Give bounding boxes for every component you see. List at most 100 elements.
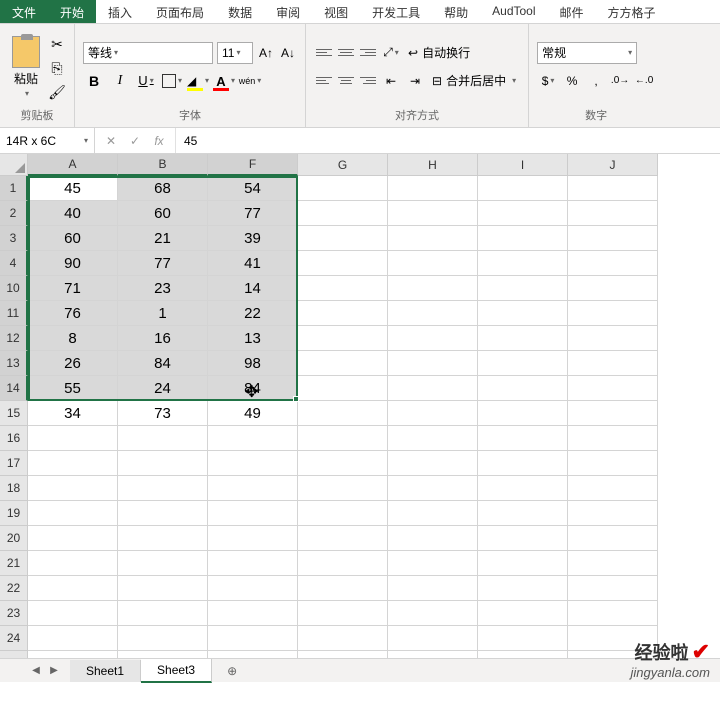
increase-indent-button[interactable]: ⇥ [404,70,426,92]
cell[interactable] [568,276,658,301]
select-all-corner[interactable] [0,154,28,176]
cell[interactable]: 77 [208,201,298,226]
cell[interactable] [298,476,388,501]
number-format-select[interactable]: 常规 ▾ [537,42,637,64]
cell[interactable]: 77 [118,251,208,276]
cell[interactable]: 73 [118,401,208,426]
tab-page-layout[interactable]: 页面布局 [144,0,216,23]
cell[interactable] [298,226,388,251]
cell[interactable]: 13 [208,326,298,351]
cell[interactable] [388,451,478,476]
cell[interactable]: 41 [208,251,298,276]
cell[interactable] [478,426,568,451]
cell[interactable] [298,326,388,351]
border-button[interactable]: ▾ [161,70,183,92]
tab-insert[interactable]: 插入 [96,0,144,23]
row-header[interactable]: 14 [0,376,28,401]
fill-color-button[interactable]: ◢▾ [187,70,209,92]
cell[interactable] [388,626,478,651]
cell[interactable] [478,601,568,626]
tab-audtool[interactable]: AudTool [480,0,547,23]
cell[interactable]: 45 [28,176,118,201]
sheet-nav-next[interactable]: ▶ [46,663,62,679]
add-sheet-button[interactable]: ⊕ [220,659,244,683]
cell[interactable] [478,376,568,401]
cell[interactable] [118,626,208,651]
cell[interactable] [388,501,478,526]
comma-button[interactable]: , [585,70,607,92]
percent-button[interactable]: % [561,70,583,92]
cell[interactable] [388,251,478,276]
wrap-text-button[interactable]: ↩自动换行 [404,42,474,63]
cell[interactable]: 60 [118,201,208,226]
cell[interactable] [478,476,568,501]
format-painter-icon[interactable]: 🖌 [48,84,66,102]
cell[interactable] [388,376,478,401]
align-bottom-button[interactable] [358,44,378,62]
decrease-font-icon[interactable]: A↓ [279,44,297,62]
cell[interactable] [478,326,568,351]
column-header[interactable]: I [478,154,568,176]
row-header[interactable]: 1 [0,176,28,201]
row-header[interactable]: 17 [0,451,28,476]
row-header[interactable]: 24 [0,626,28,651]
cell[interactable]: 49 [208,401,298,426]
cell[interactable] [388,426,478,451]
tab-ffgz[interactable]: 方方格子 [596,0,668,23]
row-header[interactable]: 15 [0,401,28,426]
row-header[interactable]: 12 [0,326,28,351]
paste-button[interactable]: 粘贴 ▾ [8,32,44,102]
cell[interactable] [388,351,478,376]
align-top-button[interactable] [314,44,334,62]
cell[interactable] [568,176,658,201]
cell[interactable] [298,551,388,576]
merge-center-button[interactable]: ⊟合并后居中▾ [428,70,520,91]
align-center-button[interactable] [336,72,356,90]
cell[interactable]: 84 [118,351,208,376]
row-header[interactable]: 20 [0,526,28,551]
cell[interactable]: 98 [208,351,298,376]
formula-input[interactable]: 45 [176,128,720,153]
cell[interactable] [568,251,658,276]
column-header[interactable]: B [118,154,208,176]
row-header[interactable]: 2 [0,201,28,226]
cell[interactable] [478,201,568,226]
cell[interactable] [388,476,478,501]
cell[interactable] [478,301,568,326]
cell[interactable] [568,301,658,326]
cell[interactable]: 76 [28,301,118,326]
cell[interactable] [118,426,208,451]
cell[interactable]: 55 [28,376,118,401]
cell[interactable]: 90 [28,251,118,276]
cell[interactable] [478,226,568,251]
cell[interactable] [568,376,658,401]
cell[interactable] [298,351,388,376]
cell[interactable] [478,551,568,576]
cell[interactable]: 21 [118,226,208,251]
italic-button[interactable]: I [109,70,131,92]
cell[interactable] [298,251,388,276]
cell[interactable]: 26 [28,351,118,376]
increase-decimal-button[interactable]: .0→ [609,70,631,92]
cell[interactable] [28,626,118,651]
cell[interactable] [388,326,478,351]
cell[interactable]: 16 [118,326,208,351]
row-header[interactable]: 13 [0,351,28,376]
column-header[interactable]: F [208,154,298,176]
cell[interactable] [568,226,658,251]
name-box[interactable]: 14R x 6C ▾ [0,128,95,153]
cell[interactable] [478,401,568,426]
cell[interactable] [388,401,478,426]
cell[interactable] [28,426,118,451]
column-header[interactable]: J [568,154,658,176]
cell[interactable]: 39 [208,226,298,251]
cell[interactable] [568,476,658,501]
row-header[interactable]: 10 [0,276,28,301]
decrease-indent-button[interactable]: ⇤ [380,70,402,92]
cell[interactable] [388,226,478,251]
cell[interactable]: 23 [118,276,208,301]
cell[interactable] [478,526,568,551]
cut-icon[interactable]: ✂ [48,36,66,54]
cell[interactable] [388,201,478,226]
cell[interactable]: 68 [118,176,208,201]
